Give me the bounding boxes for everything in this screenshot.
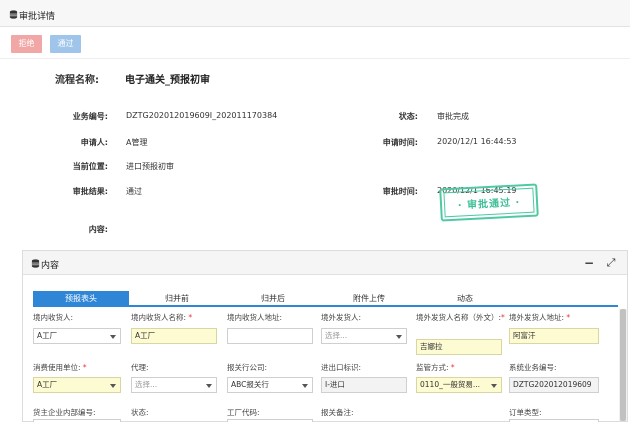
field-label: 货主企业内部编号: [33,408,96,417]
chevron-down-icon [396,335,402,339]
flow-name-value: 电子通关_预报初审 [125,75,210,86]
approval-result-value: 通过 [126,187,142,196]
apply-time-label: 申请时间: [382,138,418,147]
import-export-flag-field: I-进口 [321,377,407,393]
page-title: 审批详情 [19,12,56,22]
scrollbar-thumb[interactable] [620,309,626,421]
approval-result-label: 审批结果: [72,187,108,196]
flow-name-label: 流程名称: [55,75,99,86]
content-label: 内容: [88,225,108,234]
reject-button[interactable]: 拒绝 [11,35,42,53]
scrollbar[interactable] [619,309,627,421]
domestic-consignee-name-input[interactable]: A工厂 [131,328,217,344]
field-label: 报关行公司: [227,363,268,372]
tab-after-merge[interactable]: 归并后 [225,291,321,307]
field-label: 报关备注: [321,408,354,417]
field-label: 状态: [131,408,149,417]
customs-broker-select[interactable]: ABC报关行 [227,377,313,393]
chevron-down-icon [110,335,116,339]
current-position-value: 进口预报初审 [126,162,174,171]
panel-title: 内容 [41,261,60,271]
agent-select[interactable]: 选择... [131,377,217,393]
applicant-label: 申请人: [80,138,108,147]
minus-icon[interactable]: − [581,255,597,271]
database-icon [31,259,40,268]
page-header: 审批详情 [0,0,630,27]
current-position-label: 当前位置: [72,162,108,171]
status-label: 状态: [398,112,418,121]
divider [0,58,630,59]
panel-header: 内容 − ⤢ [23,251,627,275]
approved-stamp: · 审批通过 · [439,183,539,222]
chevron-down-icon [110,384,116,388]
overseas-consignor-name-input[interactable]: 吉娜拉 [416,339,502,355]
field-label: 工厂代码: [227,408,260,417]
domestic-consignee-address-input[interactable] [227,328,313,344]
field-label: 代理: [131,363,149,372]
field-label: 境外发货人地址: * [509,313,571,322]
field-label: 进出口标识: [321,363,362,372]
field-label: 监管方式: * [416,363,455,372]
apply-time-value: 2020/12/1 16:44:53 [437,137,517,146]
tab-forecast-header[interactable]: 预报表头 [33,291,129,307]
field-label: 消费使用单位: * [33,363,87,372]
pass-button[interactable]: 通过 [50,35,81,53]
field-label: 境外发货人名称（外文）:* [416,313,505,322]
field-label: 境内收货人名称: * [131,313,193,322]
applicant-value: A管理 [126,138,148,147]
business-no-value: DZTG202012019609I_202011170384 [126,111,278,120]
field-label: 境内收货人地址: [227,313,283,322]
field-label: 订单类型: [509,408,542,417]
supervision-mode-select[interactable]: 0110_一般贸易... [416,377,502,393]
tab-before-merge[interactable]: 归并前 [129,291,225,307]
status-value: 审批完成 [437,112,469,121]
chevron-down-icon [491,384,497,388]
field-label: 境内收货人: [33,313,74,322]
chevron-down-icon [206,384,212,388]
expand-icon[interactable]: ⤢ [603,255,619,271]
business-no-label: 业务编号: [72,112,108,121]
tab-dynamics[interactable]: 动态 [417,291,513,307]
tab-bar: 预报表头 归并前 归并后 附件上传 动态 [33,291,618,307]
content-panel: 内容 − ⤢ 预报表头 归并前 归并后 附件上传 动态 境内收货人: A工厂 境… [22,250,628,422]
tab-attachment-upload[interactable]: 附件上传 [321,291,417,307]
field-label: 系统业务编号: [509,363,557,372]
system-business-no-field: DZTG202012019609 [509,377,599,393]
field-label: 境外发货人: [321,313,362,322]
chevron-down-icon [302,384,308,388]
overseas-consignor-address-input[interactable]: 阿富汗 [509,328,599,344]
consumer-unit-select[interactable]: A工厂 [33,377,121,393]
approve-time-label: 审批时间: [382,187,418,196]
overseas-consignor-select[interactable]: 选择... [321,328,407,344]
domestic-consignee-select[interactable]: A工厂 [33,328,121,344]
database-icon [9,10,18,19]
